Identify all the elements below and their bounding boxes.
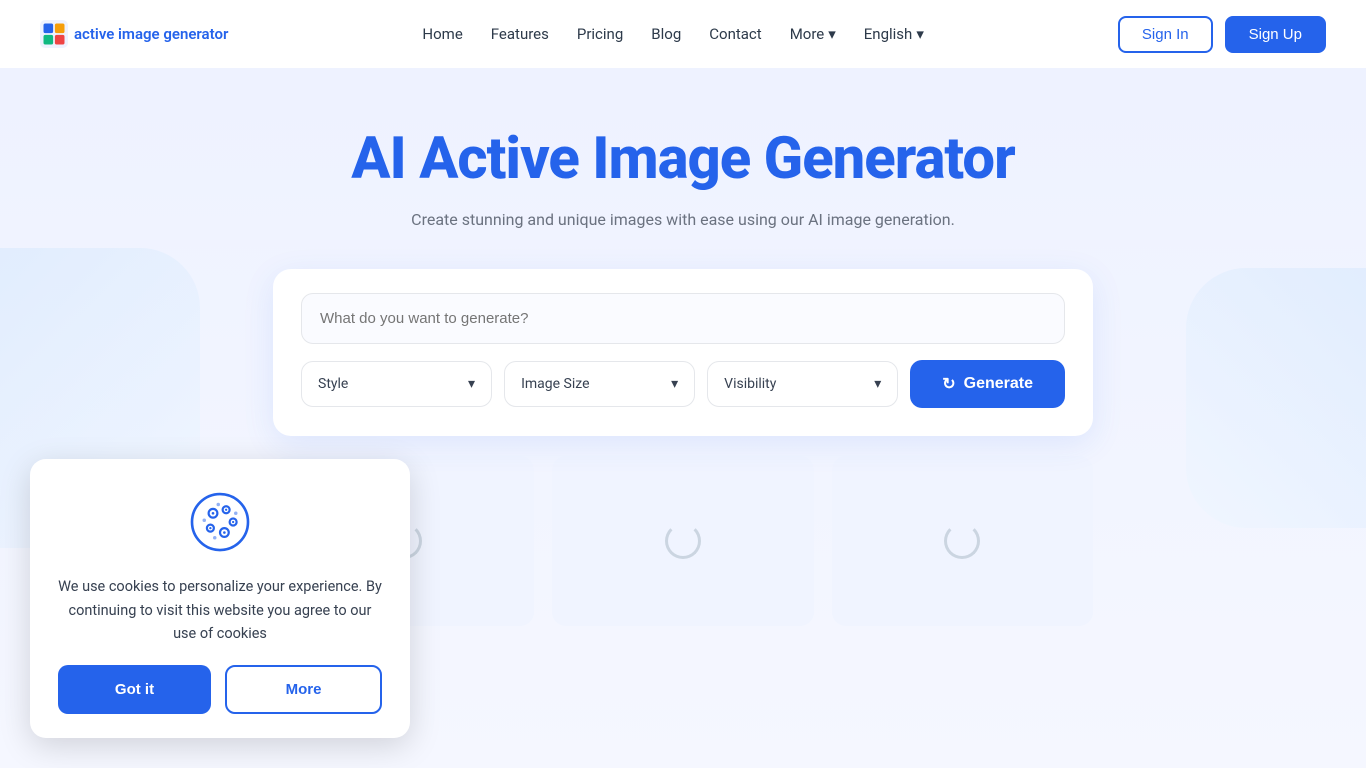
logo-text: active image generator xyxy=(74,25,228,43)
nav-language[interactable]: English ▾ xyxy=(864,25,924,43)
style-dropdown[interactable]: Style ▾ xyxy=(301,361,492,407)
image-size-dropdown[interactable]: Image Size ▾ xyxy=(504,361,695,407)
navbar-actions: Sign In Sign Up xyxy=(1118,16,1326,53)
nav-links: Home Features Pricing Blog Contact More … xyxy=(422,25,923,43)
nav-features[interactable]: Features xyxy=(491,25,549,43)
cookie-text: We use cookies to personalize your exper… xyxy=(58,575,382,645)
navbar: active image generator Home Features Pri… xyxy=(0,0,1366,68)
cookie-buttons: Got it More xyxy=(58,665,382,714)
nav-contact[interactable]: Contact xyxy=(709,25,761,43)
hero-title: AI Active Image Generator xyxy=(351,128,1014,192)
cookie-icon-wrap xyxy=(185,487,255,561)
generator-box: Style ▾ Image Size ▾ Visibility ▾ ↻ Gene… xyxy=(273,269,1093,436)
cookie-icon xyxy=(185,487,255,557)
chevron-down-icon: ▾ xyxy=(916,25,924,43)
blob-decoration-right xyxy=(1186,268,1366,528)
more-button[interactable]: More xyxy=(225,665,382,714)
hero-subtitle: Create stunning and unique images with e… xyxy=(411,210,955,229)
refresh-icon: ↻ xyxy=(942,374,955,394)
nav-more[interactable]: More ▾ xyxy=(790,25,836,43)
loading-spinner xyxy=(944,523,980,559)
chevron-down-icon: ▾ xyxy=(671,376,678,392)
got-it-button[interactable]: Got it xyxy=(58,665,211,714)
nav-home[interactable]: Home xyxy=(422,25,462,43)
image-card-3 xyxy=(832,456,1093,626)
logo-icon xyxy=(40,20,68,48)
visibility-dropdown[interactable]: Visibility ▾ xyxy=(707,361,898,407)
controls-row: Style ▾ Image Size ▾ Visibility ▾ ↻ Gene… xyxy=(301,360,1065,408)
logo-link[interactable]: active image generator xyxy=(40,20,228,48)
prompt-input[interactable] xyxy=(301,293,1065,344)
signup-button[interactable]: Sign Up xyxy=(1225,16,1326,53)
nav-blog[interactable]: Blog xyxy=(651,25,681,43)
loading-spinner xyxy=(665,523,701,559)
chevron-down-icon: ▾ xyxy=(468,376,475,392)
generate-button[interactable]: ↻ Generate xyxy=(910,360,1065,408)
signin-button[interactable]: Sign In xyxy=(1118,16,1213,53)
nav-pricing[interactable]: Pricing xyxy=(577,25,623,43)
chevron-down-icon: ▾ xyxy=(828,25,836,43)
chevron-down-icon: ▾ xyxy=(874,376,881,392)
image-card-2 xyxy=(552,456,813,626)
cookie-banner: We use cookies to personalize your exper… xyxy=(30,459,410,738)
